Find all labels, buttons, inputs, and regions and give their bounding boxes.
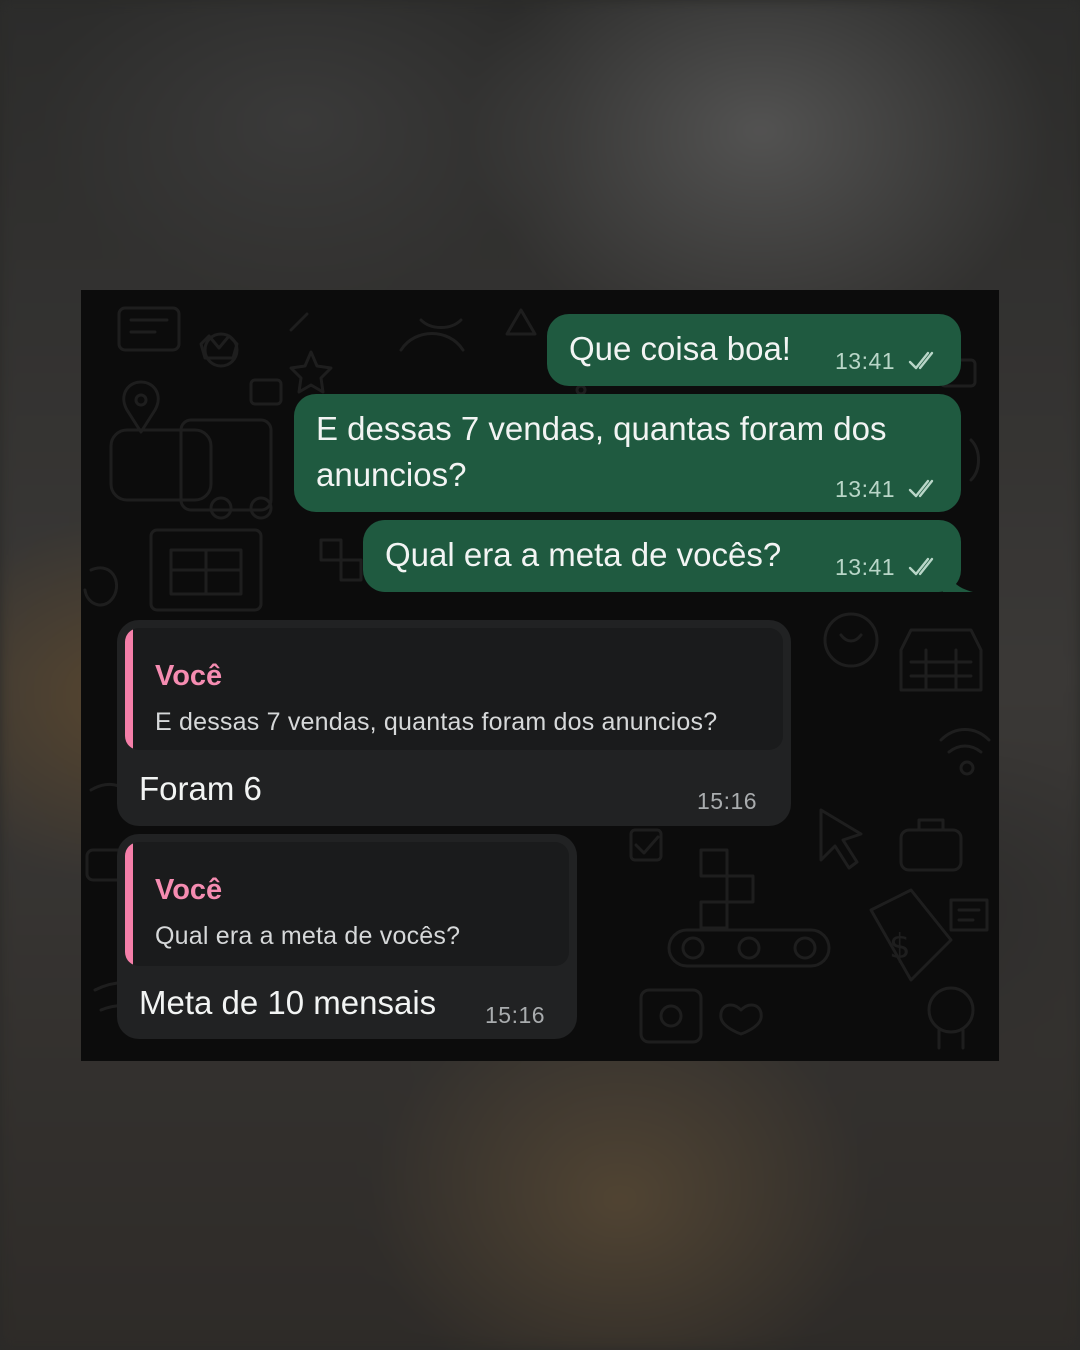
quote-author: Você: [155, 660, 223, 692]
double-check-icon: [908, 351, 934, 370]
message-text-line-2: anuncios?: [316, 456, 467, 493]
chat-screenshot: $ Que coisa boa! 13:41 E dessas 7 vendas…: [81, 290, 999, 1061]
outgoing-message[interactable]: E dessas 7 vendas, quantas foram dos anu…: [294, 394, 961, 512]
message-text: Foram 6: [139, 770, 262, 807]
outgoing-message[interactable]: Qual era a meta de vocês? 13:41: [363, 520, 973, 592]
outgoing-message[interactable]: Que coisa boa! 13:41: [547, 314, 961, 386]
quote-author: Você: [155, 874, 223, 906]
double-check-icon: [908, 479, 934, 498]
bubble-tail: [943, 564, 973, 592]
quote-text: E dessas 7 vendas, quantas foram dos anu…: [155, 708, 718, 736]
quote-accent-bar: [125, 628, 133, 750]
message-text: Que coisa boa!: [569, 330, 791, 367]
message-time: 13:41: [835, 348, 896, 374]
message-text: Qual era a meta de vocês?: [385, 536, 782, 573]
quote-text: Qual era a meta de vocês?: [155, 922, 461, 950]
incoming-message[interactable]: Você E dessas 7 vendas, quantas foram do…: [117, 620, 791, 826]
quote-accent-bar: [125, 842, 133, 966]
quoted-reply[interactable]: Você Qual era a meta de vocês?: [125, 842, 569, 966]
svg-text:$: $: [889, 927, 911, 967]
quoted-reply[interactable]: Você E dessas 7 vendas, quantas foram do…: [125, 628, 783, 750]
message-time: 13:41: [835, 554, 896, 580]
message-time: 13:41: [835, 476, 896, 502]
message-text-line-1: E dessas 7 vendas, quantas foram dos: [316, 410, 887, 447]
message-text: Meta de 10 mensais: [139, 984, 437, 1021]
message-time: 15:16: [485, 1002, 546, 1028]
message-time: 15:16: [697, 788, 758, 814]
incoming-message[interactable]: Você Qual era a meta de vocês? Meta de 1…: [117, 834, 577, 1039]
double-check-icon: [908, 557, 934, 576]
